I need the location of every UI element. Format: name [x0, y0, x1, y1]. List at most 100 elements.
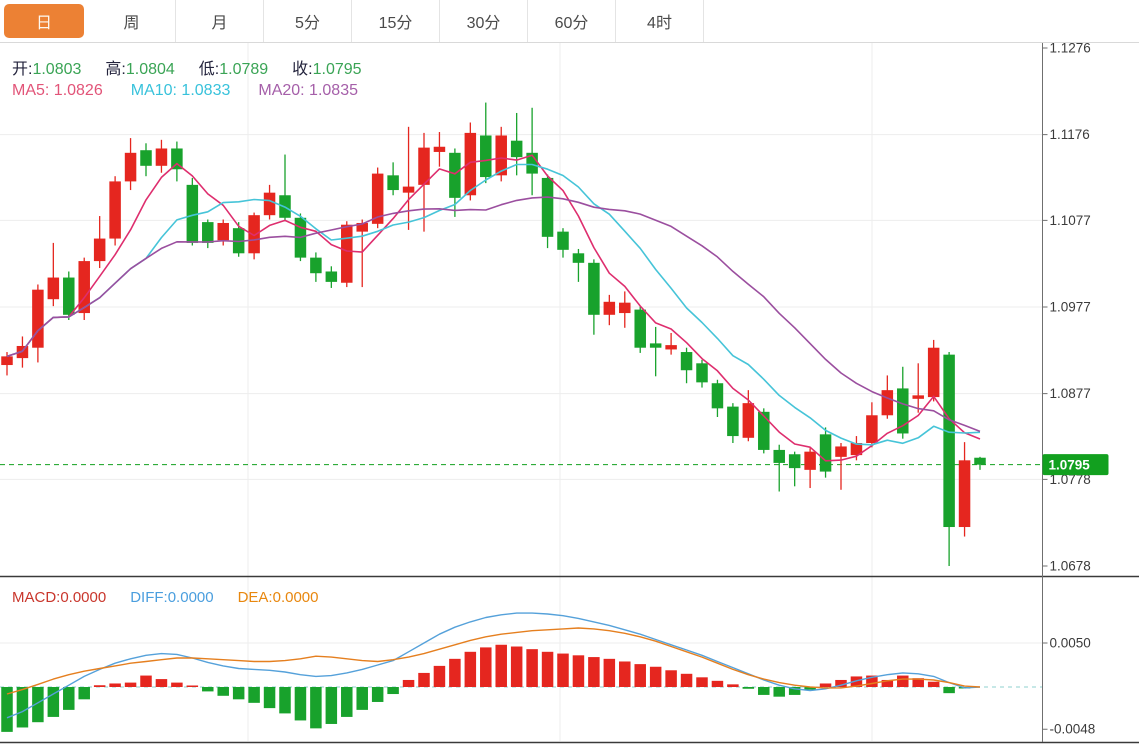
macd-bar	[465, 652, 477, 687]
price-tick-label: 1.1176	[1050, 127, 1090, 142]
candle-body	[604, 302, 616, 315]
macd-bar	[897, 676, 909, 687]
ma-lines	[7, 155, 980, 461]
macd-bar	[94, 685, 106, 687]
candle-body	[63, 278, 75, 315]
candle-body	[573, 253, 585, 263]
candle-body	[773, 450, 785, 463]
price-tag: 1.0795	[1043, 454, 1109, 475]
macd-bar	[140, 676, 152, 687]
macd-bar	[573, 655, 585, 687]
candle-body	[665, 345, 677, 349]
candle-body	[310, 258, 322, 274]
macd-bar	[665, 670, 677, 687]
macd-bar	[743, 687, 755, 689]
macd-bar	[480, 647, 492, 687]
candle-body	[449, 153, 461, 198]
candle-body	[326, 271, 338, 281]
macd-bar	[233, 687, 245, 699]
price-tick-label: 1.0678	[1050, 559, 1091, 574]
candle-body	[248, 215, 260, 253]
macd-bar	[619, 661, 631, 687]
macd-bar	[109, 683, 121, 687]
tab-week[interactable]: 周	[88, 0, 176, 42]
candle-body	[696, 363, 708, 382]
price-tick-label: 1.0877	[1050, 386, 1091, 401]
macd-bar	[17, 687, 29, 727]
candle-body	[634, 310, 646, 348]
macd-bar	[248, 687, 260, 703]
candle-body	[387, 175, 399, 190]
candle-body	[897, 388, 909, 433]
macd-bar	[264, 687, 276, 708]
macd-bar	[928, 682, 940, 687]
candle-body	[125, 153, 137, 182]
tab-4hour[interactable]: 4时	[616, 0, 704, 42]
macd-tick-label: 0.0050	[1050, 636, 1091, 651]
macd-bar	[187, 686, 199, 688]
macd-bar	[125, 683, 137, 687]
macd-bar	[156, 679, 168, 687]
macd-bar	[696, 677, 708, 687]
macd-bar	[712, 681, 724, 687]
macd-bar	[78, 687, 90, 699]
candle-body	[758, 412, 770, 450]
candle-body	[140, 150, 152, 166]
macd-bar	[727, 684, 739, 687]
candle-body	[94, 239, 106, 262]
macd-bar	[557, 654, 569, 687]
candle-body	[650, 343, 662, 347]
tab-month[interactable]: 月	[176, 0, 264, 42]
price-tag-label: 1.0795	[1049, 458, 1091, 473]
candle-body	[928, 348, 940, 397]
ma5-line	[7, 155, 980, 461]
candle-body	[866, 415, 878, 443]
macd-bar	[403, 680, 415, 687]
candle-body	[712, 383, 724, 408]
candle-body	[156, 148, 168, 165]
diff-line	[7, 613, 980, 718]
tab-15min[interactable]: 15分	[352, 0, 440, 42]
macd-axis-labels: 0.0050-0.0048	[1043, 636, 1096, 737]
macd-bar	[511, 647, 522, 687]
tab-60min[interactable]: 60分	[528, 0, 616, 42]
macd-bar	[171, 683, 183, 687]
candle-body	[588, 263, 600, 315]
candle-body	[341, 225, 353, 283]
macd-bar	[418, 673, 430, 687]
macd-bar	[495, 645, 507, 687]
candle-body	[109, 181, 121, 238]
macd-bar	[279, 687, 291, 713]
macd-bar	[650, 667, 662, 687]
candle-body	[480, 135, 492, 177]
macd-bar	[63, 687, 75, 710]
timeframe-tabbar: 日周月5分15分30分60分4时	[0, 0, 1139, 43]
candle-body	[465, 133, 477, 195]
macd-bar	[820, 683, 832, 687]
candle-body	[804, 452, 816, 470]
macd-bar	[372, 687, 384, 702]
candle-body	[882, 390, 894, 415]
candle-body	[974, 458, 986, 465]
chart-canvas: 1.12761.11761.10771.09771.08771.07781.06…	[0, 43, 1139, 744]
candle-body	[727, 407, 739, 436]
macd-bar	[758, 687, 770, 695]
candle-body	[32, 290, 44, 348]
candle-body	[511, 141, 522, 157]
candle-body	[912, 395, 924, 398]
macd-bar	[681, 674, 693, 687]
tab-5min[interactable]: 5分	[264, 0, 352, 42]
macd-bar	[604, 659, 616, 687]
macd-bar	[217, 687, 229, 696]
macd-lines	[7, 613, 980, 718]
macd-bar	[943, 687, 955, 693]
macd-bar	[326, 687, 338, 724]
macd-bar	[542, 652, 554, 687]
tab-30min[interactable]: 30分	[440, 0, 528, 42]
candle-body	[557, 232, 569, 250]
candle-body	[743, 403, 755, 438]
candle-body	[48, 278, 60, 300]
price-axis-labels: 1.12761.11761.10771.09771.08771.07781.06…	[1043, 43, 1091, 574]
price-tick-label: 1.0977	[1050, 300, 1091, 315]
tab-day[interactable]: 日	[4, 4, 84, 38]
